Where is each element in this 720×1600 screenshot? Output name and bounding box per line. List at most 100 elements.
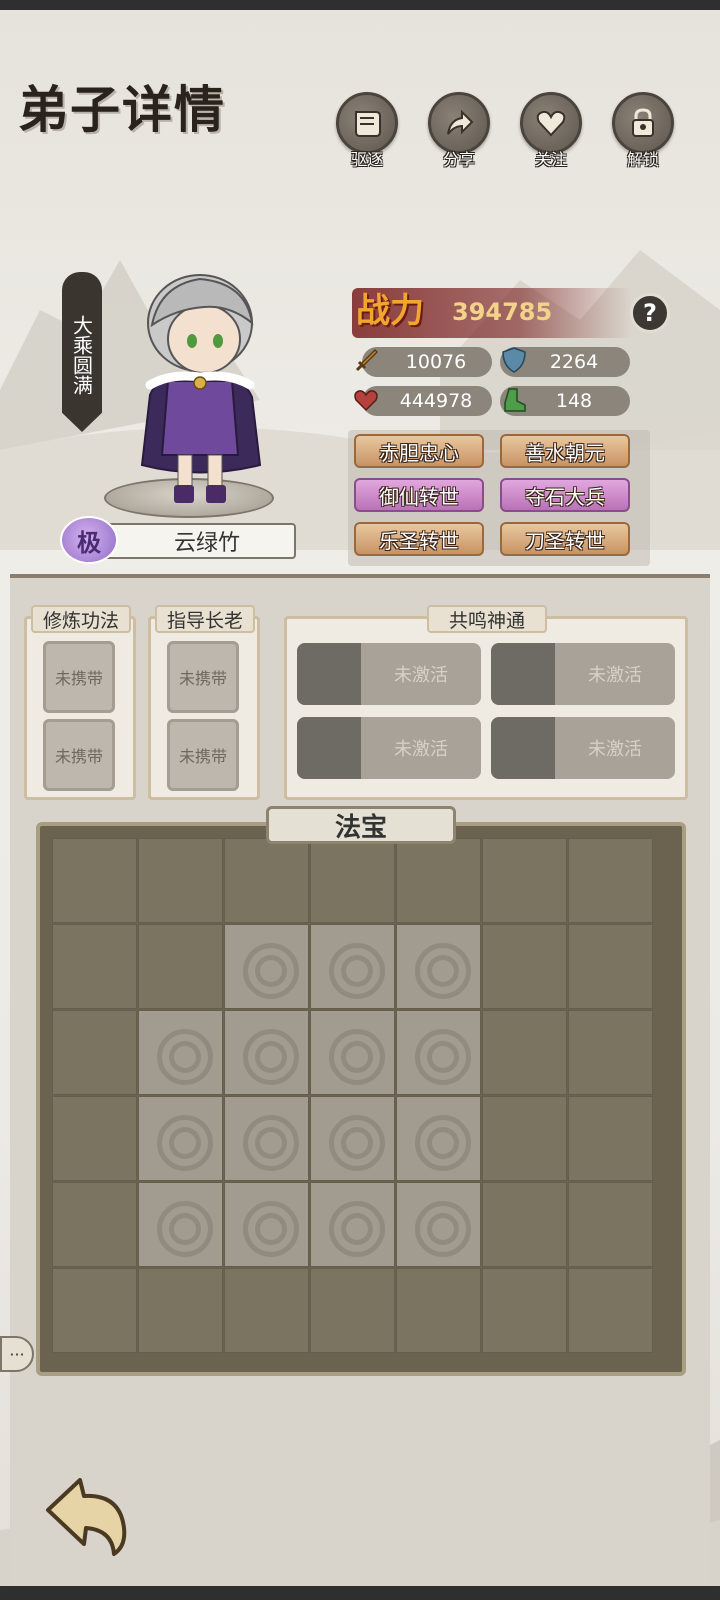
trait-3[interactable]: 御仙转世 <box>354 478 484 512</box>
mentor-section: 指导长老 未携带 未携带 <box>148 605 260 800</box>
mentor-slot-1[interactable]: 未携带 <box>167 641 239 713</box>
treasure-slot-available[interactable] <box>396 924 481 1009</box>
treasure-slot-locked <box>310 838 395 923</box>
speed-value: 148 <box>555 390 593 412</box>
trait-4[interactable]: 夺石大兵 <box>500 478 630 512</box>
treasure-slot-locked <box>482 838 567 923</box>
treasure-slot-available[interactable] <box>138 1010 223 1095</box>
treasure-slot-locked <box>482 1182 567 1267</box>
treasure-slot-locked <box>52 1096 137 1181</box>
unlock-label: 解锁 <box>626 150 659 169</box>
back-arrow-icon[interactable] <box>40 1470 130 1560</box>
heart-icon <box>352 386 380 414</box>
resonance-slot-1[interactable]: 未激活 <box>297 643 481 705</box>
treasure-slot-locked <box>396 838 481 923</box>
treasure-slot-locked <box>224 1268 309 1353</box>
mentor-title: 指导长老 <box>155 605 255 633</box>
heart-icon <box>520 92 582 154</box>
treasure-slot-locked <box>52 1010 137 1095</box>
treasure-slot-locked <box>482 1010 567 1095</box>
combat-power-label: 战力 <box>356 291 424 331</box>
share-label: 分享 <box>442 150 475 169</box>
grade-badge: 极 <box>60 516 118 564</box>
treasure-grid <box>36 822 686 1376</box>
cultivation-slot-1[interactable]: 未携带 <box>43 641 115 713</box>
treasure-slot-locked <box>482 1268 567 1353</box>
cultivation-slot-2[interactable]: 未携带 <box>43 719 115 791</box>
treasure-slot-locked <box>482 1096 567 1181</box>
character-portrait[interactable] <box>100 265 300 515</box>
treasure-slot-available[interactable] <box>224 1096 309 1181</box>
resonance-title: 共鸣神通 <box>427 605 547 633</box>
resonance-status: 未激活 <box>588 739 642 760</box>
health-stat: 444978 <box>362 386 492 416</box>
health-value: 444978 <box>399 390 473 412</box>
treasure-slot-locked <box>52 1182 137 1267</box>
treasure-slot-available[interactable] <box>310 1096 395 1181</box>
treasure-slot-available[interactable] <box>396 1182 481 1267</box>
attack-stat: 10076 <box>362 347 492 377</box>
page-title: 弟子详情 <box>18 80 226 139</box>
expel-button[interactable]: 驱逐 <box>332 92 402 172</box>
defense-value: 2264 <box>549 351 599 373</box>
cultivation-section: 修炼功法 未携带 未携带 <box>24 605 136 800</box>
treasure-slot-available[interactable] <box>310 1010 395 1095</box>
treasure-slot-available[interactable] <box>224 1182 309 1267</box>
boot-icon <box>500 386 528 414</box>
treasure-slot-available[interactable] <box>310 1182 395 1267</box>
treasure-slot-available[interactable] <box>396 1096 481 1181</box>
resonance-slot-3[interactable]: 未激活 <box>297 717 481 779</box>
treasure-slot-locked <box>482 924 567 1009</box>
treasure-slot-locked <box>568 1268 653 1353</box>
attack-value: 10076 <box>405 351 467 373</box>
realm-banner: 大乘圆满 <box>62 272 102 432</box>
trait-5[interactable]: 乐圣转世 <box>354 522 484 556</box>
treasure-slot-locked <box>568 1010 653 1095</box>
mentor-slot-2[interactable]: 未携带 <box>167 719 239 791</box>
resonance-status: 未激活 <box>588 665 642 686</box>
treasure-slot-locked <box>52 1268 137 1353</box>
resonance-icon-placeholder <box>297 643 361 705</box>
treasure-slot-available[interactable] <box>310 924 395 1009</box>
combat-power-value: 394785 <box>452 298 553 326</box>
scroll-icon <box>336 92 398 154</box>
treasure-slot-locked <box>138 838 223 923</box>
trait-6[interactable]: 刀圣转世 <box>500 522 630 556</box>
resonance-status: 未激活 <box>394 739 448 760</box>
resonance-status: 未激活 <box>394 665 448 686</box>
treasure-slot-available[interactable] <box>138 1182 223 1267</box>
treasure-slot-locked <box>310 1268 395 1353</box>
traits-panel: 赤胆忠心 善水朝元 御仙转世 夺石大兵 乐圣转世 刀圣转世 <box>348 430 650 566</box>
follow-button[interactable]: 关注 <box>516 92 586 172</box>
trait-1[interactable]: 赤胆忠心 <box>354 434 484 468</box>
treasure-slot-locked <box>568 924 653 1009</box>
nav-bar <box>0 1586 720 1600</box>
treasure-slot-locked <box>52 838 137 923</box>
treasure-slot-available[interactable] <box>396 1010 481 1095</box>
treasure-slot-locked <box>138 924 223 1009</box>
resonance-slot-2[interactable]: 未激活 <box>491 643 675 705</box>
trait-2[interactable]: 善水朝元 <box>500 434 630 468</box>
lock-icon <box>612 92 674 154</box>
resonance-icon-placeholder <box>491 643 555 705</box>
resonance-slot-4[interactable]: 未激活 <box>491 717 675 779</box>
treasure-slot-available[interactable] <box>224 1010 309 1095</box>
resonance-section: 共鸣神通 未激活 未激活 未激活 未激活 <box>284 605 688 800</box>
treasure-slot-locked <box>568 1096 653 1181</box>
treasure-slot-available[interactable] <box>138 1096 223 1181</box>
help-button[interactable]: ? <box>630 293 670 333</box>
disciple-name: 云绿竹 <box>100 523 296 559</box>
treasure-slot-locked <box>568 1182 653 1267</box>
treasure-slot-locked <box>568 838 653 923</box>
share-arrow-icon <box>428 92 490 154</box>
unlock-button[interactable]: 解锁 <box>608 92 678 172</box>
status-bar <box>0 0 720 10</box>
expel-label: 驱逐 <box>350 150 383 169</box>
share-button[interactable]: 分享 <box>424 92 494 172</box>
resonance-icon-placeholder <box>491 717 555 779</box>
treasure-slot-locked <box>396 1268 481 1353</box>
treasure-title: 法宝 <box>266 806 456 844</box>
treasure-slot-available[interactable] <box>224 924 309 1009</box>
treasure-slot-locked <box>138 1268 223 1353</box>
treasure-slot-locked <box>224 838 309 923</box>
